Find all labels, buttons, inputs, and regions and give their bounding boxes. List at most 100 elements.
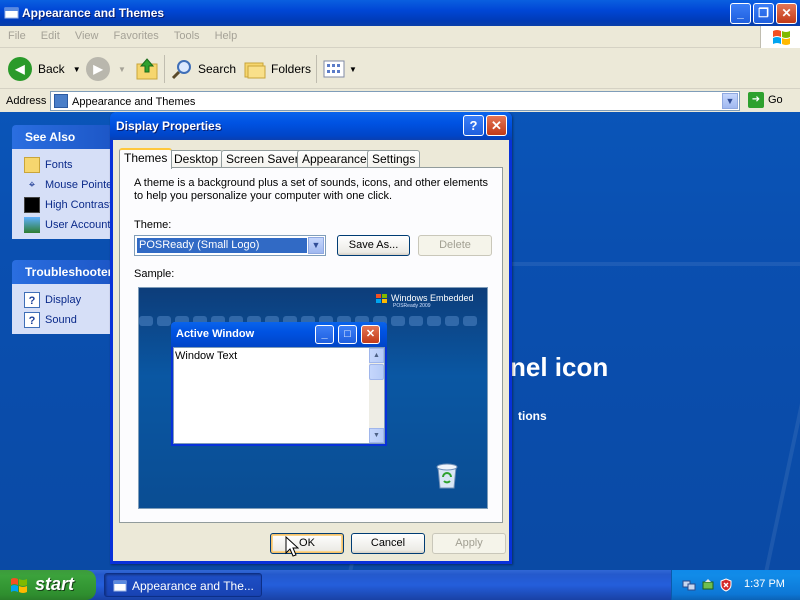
menu-file[interactable]: File	[2, 26, 32, 42]
address-bar: Address Appearance and Themes ▼ ➜ Go	[0, 90, 800, 112]
folders-icon	[244, 62, 266, 79]
forward-arrow-icon: ▶	[86, 57, 110, 81]
recycle-bin-icon	[436, 463, 458, 489]
start-button[interactable]: start	[0, 570, 96, 600]
explorer-titlebar[interactable]: Appearance and Themes _ ❐ ✕	[0, 0, 800, 26]
taskbar-button-label: Appearance and The...	[132, 579, 254, 593]
tab-themes[interactable]: Themes	[119, 148, 173, 169]
security-shield-icon[interactable]	[719, 578, 733, 592]
windows-logo	[760, 26, 800, 48]
sample-window-title: Active Window	[176, 328, 255, 340]
sample-brand-subtext: POSReady 2009	[393, 303, 431, 309]
go-button[interactable]: ➜ Go	[748, 92, 783, 108]
sample-brand-text: Windows Embedded	[391, 293, 474, 303]
control-panel-icon	[54, 94, 68, 108]
high-contrast-icon	[24, 197, 40, 213]
delete-button[interactable]: Delete	[418, 235, 492, 256]
sample-window-text: Window Text	[175, 350, 238, 362]
back-label: Back	[38, 62, 65, 76]
scroll-down-icon: ▼	[369, 428, 384, 443]
theme-label: Theme:	[134, 219, 172, 231]
ok-button[interactable]: OK	[270, 533, 344, 554]
address-dropdown-button[interactable]: ▼	[722, 93, 738, 109]
theme-sample-preview: Windows Embedded POSReady 2009 Active Wi…	[138, 287, 488, 509]
up-folder-icon	[136, 58, 158, 80]
windows-flag-icon	[11, 578, 27, 593]
folder-window-icon	[4, 7, 19, 19]
menu-tools[interactable]: Tools	[168, 26, 206, 42]
troubleshooter-label: Sound	[45, 314, 77, 326]
help-question-icon: ?	[24, 292, 40, 308]
see-also-title[interactable]: See Also	[12, 125, 112, 149]
tab-settings[interactable]: Settings	[367, 150, 421, 168]
windows-flag-icon	[773, 30, 790, 45]
explorer-title: Appearance and Themes	[22, 6, 165, 20]
see-also-label: Fonts	[45, 159, 73, 171]
theme-dropdown-button[interactable]: ▼	[308, 237, 324, 254]
sample-label: Sample:	[134, 268, 175, 280]
dialog-titlebar[interactable]: Display Properties ? ✕	[110, 112, 512, 140]
chevron-down-icon: ▼	[72, 64, 81, 74]
views-button[interactable]: ▼	[322, 55, 357, 83]
sample-close-icon: ✕	[361, 325, 380, 344]
clock[interactable]: 1:37 PM	[744, 578, 785, 590]
tab-desktop[interactable]: Desktop	[169, 150, 224, 168]
windows-flag-icon	[376, 294, 387, 303]
chevron-down-icon: ▼	[118, 64, 126, 74]
sample-maximize-icon: □	[338, 325, 357, 344]
see-also-user-account-picture[interactable]: User Account Picture	[24, 215, 112, 235]
see-also-label: Mouse Pointers	[45, 179, 112, 191]
tab-screen-saver[interactable]: Screen Saver	[221, 150, 304, 168]
sample-window-titlebar: Active Window _ □ ✕	[171, 322, 387, 347]
theme-select[interactable]: POSReady (Small Logo) ▼	[134, 235, 326, 256]
see-also-label: High Contrast	[45, 199, 112, 211]
see-also-high-contrast[interactable]: High Contrast	[24, 195, 112, 215]
toolbar-separator	[164, 55, 165, 83]
menu-favorites[interactable]: Favorites	[108, 26, 165, 42]
user-picture-icon	[24, 217, 40, 233]
menu-view[interactable]: View	[69, 26, 105, 42]
menu-edit[interactable]: Edit	[35, 26, 66, 42]
pick-task-text: tions	[518, 409, 547, 423]
search-button[interactable]: Search	[170, 55, 236, 83]
sample-minimize-icon: _	[315, 325, 334, 344]
search-label: Search	[198, 62, 237, 76]
close-button[interactable]: ✕	[776, 3, 797, 24]
sample-scrollbar: ▲ ▼	[369, 348, 384, 443]
help-button[interactable]: ?	[463, 115, 484, 136]
dialog-close-button[interactable]: ✕	[486, 115, 507, 136]
views-grid-icon	[323, 60, 345, 78]
see-also-mouse-pointers[interactable]: ⌖ Mouse Pointers	[24, 175, 112, 195]
folders-button[interactable]: Folders	[243, 55, 311, 83]
troubleshooter-sound[interactable]: ? Sound	[24, 310, 112, 330]
chevron-down-icon: ▼	[349, 64, 357, 74]
up-button[interactable]	[134, 55, 160, 83]
troubleshooters-title[interactable]: Troubleshooters	[12, 260, 119, 284]
address-field[interactable]: Appearance and Themes ▼	[50, 91, 740, 111]
display-properties-dialog: Display Properties ? ✕ Themes Desktop Sc…	[110, 112, 512, 564]
troubleshooter-display[interactable]: ? Display	[24, 290, 112, 310]
help-question-icon: ?	[24, 312, 40, 328]
safely-remove-hardware-icon[interactable]	[701, 578, 715, 592]
back-arrow-icon: ◀	[8, 57, 32, 81]
forward-button[interactable]: ▶ ▼	[86, 55, 126, 83]
see-also-fonts[interactable]: Fonts	[24, 155, 112, 175]
menu-help[interactable]: Help	[209, 26, 244, 42]
folder-window-icon	[113, 580, 127, 592]
scroll-up-icon: ▲	[369, 348, 384, 363]
save-as-button[interactable]: Save As...	[337, 235, 410, 256]
troubleshooters-panel: Troubleshooters ? Display ? Sound	[12, 260, 119, 334]
maximize-button[interactable]: ❐	[753, 3, 774, 24]
folders-label: Folders	[271, 62, 312, 76]
fonts-folder-icon	[24, 157, 40, 173]
network-icon[interactable]	[682, 578, 696, 592]
taskbar-button-appearance-and-themes[interactable]: Appearance and The...	[104, 573, 262, 597]
back-button[interactable]: ◀ Back ▼	[8, 55, 81, 83]
mouse-pointer-icon: ⌖	[28, 179, 36, 191]
magnifier-icon	[171, 60, 191, 80]
apply-button[interactable]: Apply	[432, 533, 506, 554]
minimize-button[interactable]: _	[730, 3, 751, 24]
go-label: Go	[768, 94, 783, 106]
cancel-button[interactable]: Cancel	[351, 533, 425, 554]
tab-appearance[interactable]: Appearance	[297, 150, 372, 168]
